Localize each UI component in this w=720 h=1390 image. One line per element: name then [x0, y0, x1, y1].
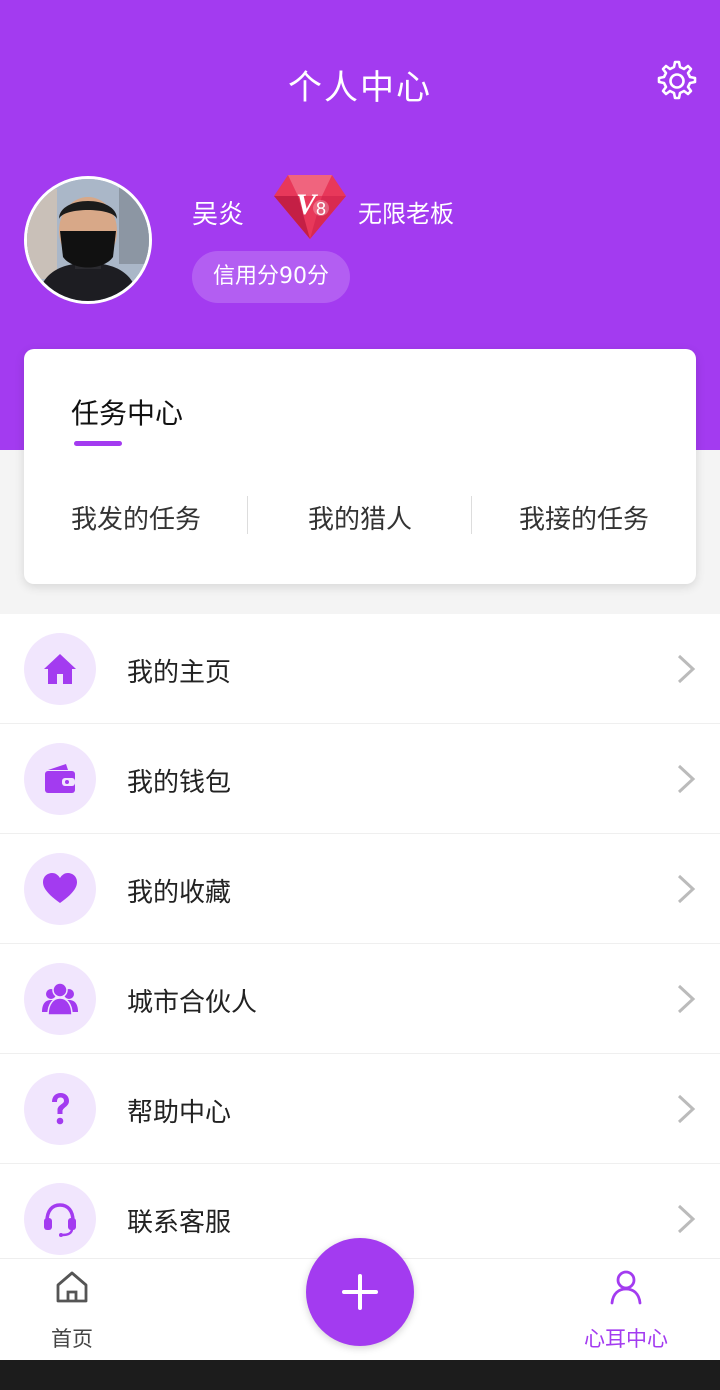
vip-gem-icon: V 8 — [274, 175, 346, 239]
tab-profile-label: 心耳中心 — [584, 1327, 668, 1351]
home-icon — [44, 654, 76, 684]
question-icon — [52, 1093, 69, 1125]
page-title: 个人中心 — [288, 68, 432, 108]
task-center-underline — [74, 441, 122, 446]
menu-item-help-center[interactable]: 帮助中心 — [0, 1054, 720, 1164]
add-button[interactable] — [306, 1238, 414, 1346]
headset-icon — [44, 1203, 76, 1237]
menu-label: 我的钱包 — [127, 768, 232, 798]
chevron-right-icon — [677, 984, 696, 1014]
menu-label: 我的主页 — [127, 658, 232, 688]
chevron-right-icon — [677, 874, 696, 904]
tab-home[interactable]: 首页 — [12, 1259, 132, 1361]
task-accepted[interactable]: 我接的任务 — [472, 499, 696, 536]
task-published[interactable]: 我发的任务 — [24, 499, 248, 536]
tab-home-label: 首页 — [51, 1327, 93, 1351]
team-icon — [42, 982, 78, 1016]
avatar[interactable] — [24, 176, 152, 304]
heart-icon — [43, 873, 77, 903]
system-navigation-bar — [0, 1360, 720, 1390]
task-center-card: 任务中心 我发的任务 我的猎人 我接的任务 — [24, 349, 696, 584]
home-outline-icon — [56, 1271, 88, 1303]
vip-title: 无限老板 — [358, 200, 454, 228]
menu-label: 我的收藏 — [127, 878, 232, 908]
menu-label: 联系客服 — [127, 1208, 232, 1238]
username: 吴炎 — [192, 200, 245, 230]
chevron-right-icon — [677, 1094, 696, 1124]
user-icon — [610, 1270, 642, 1305]
credit-score-badge[interactable]: 信用分90分 — [192, 251, 350, 303]
gear-icon[interactable] — [654, 58, 700, 104]
wallet-icon — [45, 764, 75, 793]
tab-profile-center[interactable]: 心耳中心 — [566, 1259, 686, 1361]
chevron-right-icon — [677, 764, 696, 794]
avatar-image — [27, 179, 149, 301]
menu-item-city-partner[interactable]: 城市合伙人 — [0, 944, 720, 1054]
menu-label: 城市合伙人 — [127, 988, 258, 1018]
svg-text:8: 8 — [316, 199, 326, 219]
menu-item-wallet[interactable]: 我的钱包 — [0, 724, 720, 834]
plus-icon — [342, 1274, 378, 1310]
menu-label: 帮助中心 — [127, 1098, 232, 1128]
menu-item-homepage[interactable]: 我的主页 — [0, 614, 720, 724]
menu-item-favorites[interactable]: 我的收藏 — [0, 834, 720, 944]
chevron-right-icon — [677, 654, 696, 684]
menu-list: 我的主页 我的钱包 我的收藏 城市合伙人 帮助中心 联系客服 — [0, 614, 720, 1274]
task-hunters[interactable]: 我的猎人 — [248, 499, 472, 536]
chevron-right-icon — [677, 1204, 696, 1234]
task-center-title: 任务中心 — [71, 397, 184, 430]
